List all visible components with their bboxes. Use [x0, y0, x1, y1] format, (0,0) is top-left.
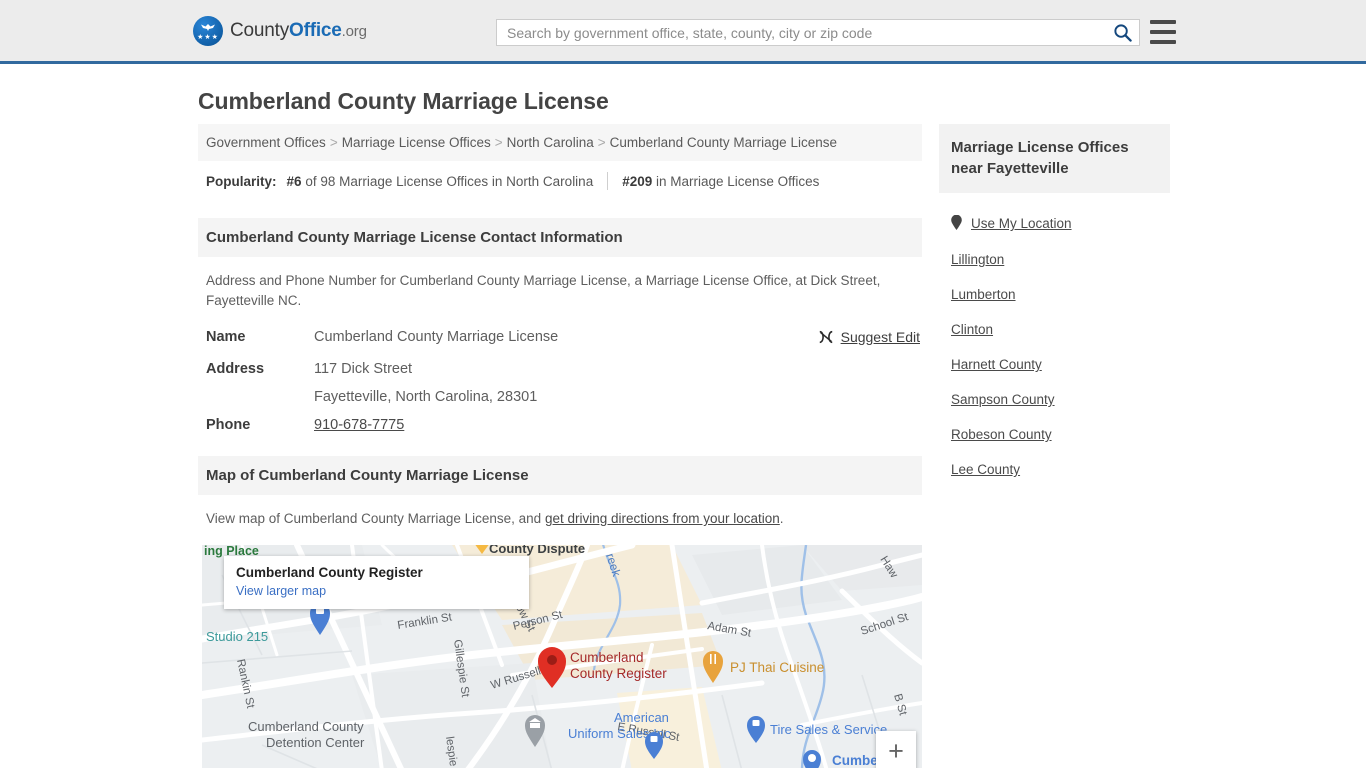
- map-pin-icon: [951, 214, 962, 232]
- map-marker-label-line1: Cumberland: [570, 650, 644, 665]
- eagle-icon: [201, 23, 215, 31]
- logo-text-office: Office: [289, 19, 342, 41]
- eagle-shield-icon: ★★★: [193, 15, 223, 46]
- sidebar-item-sampson-county[interactable]: Sampson County: [939, 382, 1170, 417]
- breadcrumb-item-2[interactable]: North Carolina: [507, 135, 594, 150]
- popularity-state-text: of 98 Marriage License Offices in North …: [305, 173, 594, 189]
- map-info-card: Cumberland County Register View larger m…: [224, 556, 529, 609]
- contact-section-description: Address and Phone Number for Cumberland …: [206, 273, 881, 308]
- menu-bar-3: [1150, 40, 1176, 44]
- search-input[interactable]: [497, 20, 1105, 45]
- hamburger-menu-button[interactable]: [1150, 20, 1176, 44]
- suggest-edit-cell: Suggest Edit: [742, 323, 922, 355]
- breadcrumb-separator-2: >: [597, 135, 606, 150]
- popularity-row: Popularity: #6 of 98 Marriage License Of…: [198, 161, 922, 201]
- menu-bar-1: [1150, 20, 1176, 24]
- map-label-studio-215: Studio 215: [206, 629, 268, 644]
- map-card-title: Cumberland County Register: [236, 565, 423, 580]
- contact-key-phone: Phone: [206, 417, 251, 433]
- main-content: Government Offices > Marriage License Offi…: [198, 124, 922, 768]
- breadcrumb: Government Offices > Marriage License Offi…: [198, 124, 922, 161]
- map-pin-icon-svg: [951, 214, 962, 230]
- sidebar-heading: Marriage License Offices near Fayettevil…: [939, 124, 1170, 193]
- sidebar-item-use-my-location[interactable]: Use My Location: [939, 205, 1170, 242]
- map-label-tire-sales: Tire Sales & Service: [770, 722, 887, 737]
- sidebar-item-robeson-county[interactable]: Robeson County: [939, 417, 1170, 452]
- map-label-county-dispute: County Dispute: [489, 545, 585, 556]
- map-embed[interactable]: Franklin St W Russell St E Russell St Gi…: [202, 545, 922, 768]
- sidebar-item-lee-county[interactable]: Lee County: [939, 452, 1170, 487]
- suggest-edit-label: Suggest Edit: [840, 329, 920, 345]
- breadcrumb-item-0[interactable]: Government Offices: [206, 135, 326, 150]
- popularity-national-text: in Marriage License Offices: [656, 173, 820, 189]
- popularity-state-rank: #6: [286, 173, 302, 189]
- view-larger-map-link[interactable]: View larger map: [236, 584, 517, 598]
- page-title: Cumberland County Marriage License: [198, 88, 609, 114]
- sidebar-item-lumberton[interactable]: Lumberton: [939, 277, 1170, 312]
- sidebar: Marriage License Offices near Fayettevil…: [939, 124, 1170, 487]
- map-label-detention-center: Cumberland County Detention Center: [248, 719, 365, 750]
- search-button[interactable]: [1105, 20, 1139, 45]
- suggest-edit-button[interactable]: Suggest Edit: [818, 329, 920, 345]
- search-bar[interactable]: [496, 19, 1140, 46]
- menu-bar-2: [1150, 30, 1176, 34]
- popularity-label: Popularity:: [206, 173, 277, 189]
- contact-value-address-line1: 117 Dick Street: [314, 361, 413, 377]
- map-section-heading: Map of Cumberland County Marriage Licens…: [198, 456, 922, 495]
- site-logo[interactable]: ★★★ CountyOffice.org: [193, 15, 367, 46]
- map-desc-after: .: [779, 511, 784, 526]
- logo-text: CountyOffice.org: [230, 20, 367, 42]
- table-row: Name Cumberland County Marriage License …: [198, 323, 922, 355]
- contact-value-phone: 910-678-7775: [306, 411, 742, 439]
- logo-text-county: County: [230, 19, 290, 41]
- svg-text:American: American: [614, 710, 669, 725]
- sidebar-list: Use My Location Lillington Lumberton Cli…: [939, 193, 1170, 487]
- contact-section-heading: Cumberland County Marriage License Conta…: [198, 218, 922, 257]
- sidebar-item-clinton[interactable]: Clinton: [939, 312, 1170, 347]
- popularity-divider: [607, 172, 609, 190]
- breadcrumb-separator-0: >: [329, 135, 338, 150]
- sidebar-item-lillington[interactable]: Lillington: [939, 242, 1170, 277]
- map-marker-label-line2: County Register: [570, 666, 667, 681]
- edit-suggest-icon: [819, 330, 833, 344]
- contact-key-name: Name: [206, 329, 246, 345]
- popularity-national-rank: #209: [622, 173, 653, 189]
- contact-table: Name Cumberland County Marriage License …: [198, 323, 922, 439]
- driving-directions-link[interactable]: get driving directions from your locatio…: [545, 511, 780, 526]
- sidebar-item-use-my-location-label: Use My Location: [971, 216, 1072, 231]
- map-zoom-in-button[interactable]: +: [876, 731, 916, 768]
- contact-value-address-line2: Fayetteville, North Carolina, 28301: [314, 389, 538, 405]
- map-poi-cumber: [803, 750, 821, 768]
- site-header: ★★★ CountyOffice.org: [0, 0, 1366, 64]
- contact-key-blank: [198, 383, 306, 411]
- stars-glyph: ★★★: [197, 33, 219, 41]
- map-section-description: View map of Cumberland County Marriage L…: [198, 495, 922, 535]
- map-desc-before: View map of Cumberland County Marriage L…: [206, 511, 545, 526]
- contact-value-name: Cumberland County Marriage License: [314, 329, 559, 345]
- table-row: Fayetteville, North Carolina, 28301: [198, 383, 922, 411]
- table-row: Phone 910-678-7775: [198, 411, 922, 439]
- table-row: Address 117 Dick Street: [198, 355, 922, 383]
- svg-text:Cumberland County: Cumberland County: [248, 719, 364, 734]
- svg-text:Detention Center: Detention Center: [266, 735, 365, 750]
- phone-link[interactable]: 910-678-7775: [314, 417, 404, 433]
- sidebar-item-harnett-county[interactable]: Harnett County: [939, 347, 1170, 382]
- breadcrumb-item-1[interactable]: Marriage License Offices: [342, 135, 491, 150]
- map-label-pj-thai: PJ Thai Cuisine: [730, 660, 824, 675]
- breadcrumb-separator-1: >: [494, 135, 503, 150]
- contact-key-address: Address: [206, 361, 265, 377]
- search-icon: [1113, 24, 1132, 42]
- logo-text-org: .org: [341, 22, 367, 40]
- breadcrumb-item-current: Cumberland County Marriage License: [609, 135, 837, 150]
